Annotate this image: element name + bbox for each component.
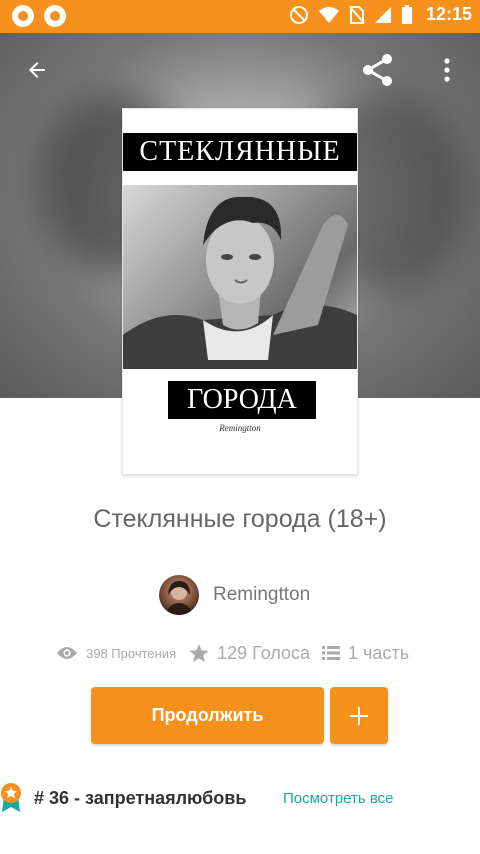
notification-app-icon: [12, 5, 34, 27]
dnd-icon: [289, 5, 308, 24]
votes-stat: 129 Голоса: [189, 643, 310, 664]
cover-signature: Remingtton: [219, 423, 261, 433]
eye-icon: [57, 647, 77, 659]
parts-count: 1 часть: [348, 642, 410, 663]
author-row[interactable]: Remingtton: [159, 575, 310, 615]
share-icon: [363, 54, 392, 86]
votes-count: 129 Голоса: [217, 642, 311, 663]
wifi-icon: [318, 6, 339, 23]
status-bar: 12:15: [0, 0, 480, 33]
reads-count: 398 Прочтения: [86, 645, 177, 661]
view-all-link[interactable]: Посмотреть все: [283, 790, 394, 807]
notification-app-icon: [44, 5, 66, 27]
back-button[interactable]: [15, 48, 59, 92]
author-name[interactable]: Remingtton: [213, 584, 310, 606]
ranking-row: # 36 - запретнаялюбовь: [0, 780, 480, 816]
plus-icon: [350, 706, 368, 725]
avatar[interactable]: [159, 575, 199, 615]
reads-stat: 398 Прочтения: [56, 646, 176, 661]
award-icon: [1, 783, 21, 812]
star-icon: [189, 643, 209, 662]
book-cover[interactable]: СТЕКЛЯННЫЕ ГОРОДА Remingtton: [122, 108, 358, 475]
ranking-text: # 36 - запретнаялюбовь: [34, 788, 247, 808]
story-stats: 398 Прочтения 129 Голоса 1 часть: [56, 640, 409, 666]
signal-icon: [374, 6, 391, 23]
list-icon: [322, 646, 341, 660]
portrait-illustration: [123, 196, 357, 369]
cover-title-line2: ГОРОДА: [168, 381, 316, 419]
more-vert-icon: [444, 58, 450, 82]
share-button[interactable]: [356, 48, 400, 92]
story-title: Стеклянные города (18+): [93, 505, 387, 533]
parts-stat: 1 часть: [322, 643, 409, 664]
continue-reading-button[interactable]: Продолжить: [91, 687, 324, 744]
no-sim-icon: [349, 5, 365, 24]
status-time: 12:15: [425, 4, 472, 24]
arrow-left-icon: [29, 62, 45, 78]
cover-photo: [123, 185, 357, 369]
add-to-library-button[interactable]: [330, 687, 388, 744]
battery-icon: [401, 4, 412, 24]
more-options-button[interactable]: [425, 48, 469, 92]
cover-title-line1: СТЕКЛЯННЫЕ: [123, 133, 357, 171]
